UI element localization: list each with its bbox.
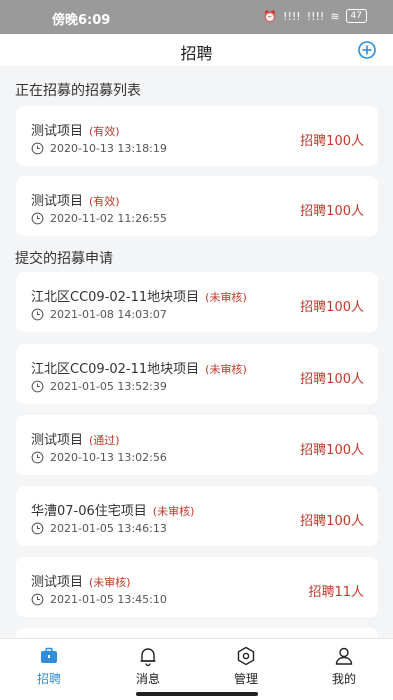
tab-label: 我的 bbox=[331, 672, 356, 686]
application-card[interactable]: 测试项目 (通过) 2020-10-13 13:02:56 招聘100人 bbox=[16, 415, 378, 475]
application-card[interactable]: 江北区CC09-02-11地块项目 (未审核) 2021-01-05 13:52:… bbox=[16, 344, 378, 404]
card-name-wrap: 江北区CC09-02-11地块项目 (未审核) bbox=[31, 286, 247, 305]
status-icons: ⏰ !!!! !!!! ≋ 47 bbox=[263, 9, 367, 23]
card-name-wrap: 测试项目 (有效) bbox=[31, 120, 120, 139]
recruit-card[interactable]: 测试项目 (有效) 2020-10-13 13:18:19 招聘100人 bbox=[16, 106, 378, 166]
tab-label: 招聘 bbox=[36, 672, 61, 686]
card-time-row: 2021-01-08 14:03:07 bbox=[31, 308, 167, 321]
card-name: 江北区CC09-02-11地块项目 bbox=[31, 290, 200, 305]
card-time: 2020-10-13 13:18:19 bbox=[50, 142, 167, 155]
card-name: 华漕07-06住宅项目 bbox=[31, 504, 147, 519]
card-status: (有效) bbox=[89, 195, 120, 208]
card-name-wrap: 华漕07-06住宅项目 (未审核) bbox=[31, 500, 194, 519]
card-status: (有效) bbox=[89, 125, 120, 138]
card-name: 江北区CC09-02-11地块项目 bbox=[31, 362, 200, 377]
home-indicator bbox=[136, 692, 258, 696]
tab-manage[interactable]: 管理 bbox=[216, 645, 276, 687]
tab-bar: 招聘 消息 管理 我的 bbox=[0, 638, 393, 700]
tab-messages[interactable]: 消息 bbox=[118, 645, 178, 687]
clock-icon bbox=[31, 593, 44, 606]
battery-icon: 47 bbox=[345, 9, 367, 23]
card-count: 招聘100人 bbox=[300, 443, 364, 458]
card-name-wrap: 测试项目 (未审核) bbox=[31, 571, 131, 590]
card-status: (未审核) bbox=[89, 576, 131, 589]
card-name-wrap: 江北区CC09-02-11地块项目 (未审核) bbox=[31, 358, 247, 377]
card-status: (未审核) bbox=[152, 505, 195, 518]
card-time: 2021-01-05 13:46:13 bbox=[50, 522, 167, 535]
card-count: 招聘100人 bbox=[300, 204, 364, 219]
application-card[interactable]: 华漕07-06住宅项目 (未审核) 2021-01-05 13:46:13 招聘1… bbox=[16, 486, 378, 546]
recruit-card[interactable]: 测试项目 (有效) 2020-11-02 11:26:55 招聘100人 bbox=[16, 176, 378, 236]
card-count: 招聘100人 bbox=[300, 372, 364, 387]
signal-icon: !!!! bbox=[283, 9, 301, 23]
clock-icon bbox=[31, 212, 44, 225]
card-time-row: 2021-01-05 13:46:13 bbox=[31, 522, 167, 535]
status-bar: 傍晚6:09 ⏰ !!!! !!!! ≋ 47 bbox=[0, 0, 393, 34]
status-time: 傍晚6:09 bbox=[52, 13, 111, 28]
card-name-wrap: 测试项目 (通过) bbox=[31, 429, 120, 448]
card-time-row: 2021-01-05 13:45:10 bbox=[31, 593, 167, 606]
card-name: 测试项目 bbox=[31, 124, 84, 139]
card-time: 2020-10-13 13:02:56 bbox=[50, 451, 167, 464]
card-count: 招聘100人 bbox=[300, 134, 364, 149]
card-name: 测试项目 bbox=[31, 433, 84, 448]
card-time: 2020-11-02 11:26:55 bbox=[50, 212, 167, 225]
card-time-row: 2021-01-05 13:52:39 bbox=[31, 380, 167, 393]
card-count: 招聘100人 bbox=[300, 514, 364, 529]
card-time: 2021-01-08 14:03:07 bbox=[50, 308, 167, 321]
card-time: 2021-01-05 13:52:39 bbox=[50, 380, 167, 393]
alarm-icon: ⏰ bbox=[263, 9, 278, 23]
clock-icon bbox=[31, 522, 44, 535]
section-title-active: 正在招募的招募列表 bbox=[15, 83, 141, 99]
card-status: (通过) bbox=[89, 434, 120, 447]
user-icon bbox=[335, 647, 353, 665]
bell-icon bbox=[140, 648, 156, 667]
clock-icon bbox=[31, 308, 44, 321]
plus-circle-icon[interactable] bbox=[357, 40, 377, 60]
card-name-wrap: 测试项目 (有效) bbox=[31, 190, 120, 209]
card-count: 招聘11人 bbox=[308, 585, 364, 600]
card-time-row: 2020-10-13 13:02:56 bbox=[31, 451, 167, 464]
tab-recruit[interactable]: 招聘 bbox=[19, 645, 79, 687]
header: 招聘 bbox=[0, 34, 393, 66]
section-title-submitted: 提交的招募申请 bbox=[15, 251, 113, 267]
card-name: 测试项目 bbox=[31, 194, 84, 209]
card-name: 测试项目 bbox=[31, 575, 84, 590]
briefcase-icon bbox=[41, 647, 57, 663]
hexagon-icon bbox=[237, 646, 255, 666]
page-title: 招聘 bbox=[180, 44, 213, 63]
clock-icon bbox=[31, 380, 44, 393]
card-status: (未审核) bbox=[205, 291, 247, 304]
card-time-row: 2020-11-02 11:26:55 bbox=[31, 212, 167, 225]
application-card[interactable]: 江北区CC09-02-11地块项目 (未审核) 2021-01-08 14:03:… bbox=[16, 272, 378, 332]
wifi-icon: ≋ bbox=[330, 9, 340, 23]
clock-icon bbox=[31, 451, 44, 464]
card-status: (未审核) bbox=[205, 363, 247, 376]
card-time: 2021-01-05 13:45:10 bbox=[50, 593, 167, 606]
application-card[interactable]: 测试项目 (未审核) 2021-01-05 13:45:10 招聘11人 bbox=[16, 557, 378, 617]
tab-label: 管理 bbox=[233, 672, 258, 686]
card-time-row: 2020-10-13 13:18:19 bbox=[31, 142, 167, 155]
clock-icon bbox=[31, 142, 44, 155]
tab-profile[interactable]: 我的 bbox=[314, 645, 374, 687]
tab-label: 消息 bbox=[135, 672, 160, 686]
card-count: 招聘100人 bbox=[300, 300, 364, 315]
signal-icon-2: !!!! bbox=[306, 9, 325, 23]
